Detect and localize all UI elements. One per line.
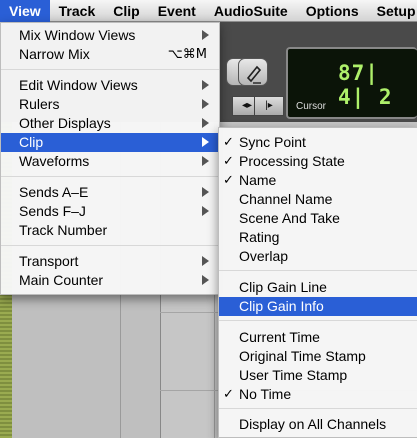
menu-track[interactable]: Track [50, 0, 105, 22]
checkmark-icon: ✓ [223, 154, 234, 169]
menu-item-no-time[interactable]: ✓ No Time [219, 385, 417, 404]
menu-item-waveforms[interactable]: Waveforms [1, 152, 219, 171]
menu-item-clip-gain-line[interactable]: Clip Gain Line [219, 278, 417, 297]
menu-item-label: Other Displays [19, 115, 111, 131]
menu-item-label: Sends A–E [19, 184, 89, 200]
submenu-arrow-icon [202, 137, 209, 147]
menu-view[interactable]: View [0, 0, 50, 22]
menu-item-channel-name[interactable]: Channel Name [219, 190, 417, 209]
menu-separator [219, 408, 417, 409]
menu-item-name[interactable]: ✓ Name [219, 171, 417, 190]
pencil-icon [246, 65, 262, 84]
nudge-mode-button[interactable]: |▸ [254, 96, 284, 116]
menu-item-label: Rating [239, 229, 280, 245]
view-menu: Mix Window Views Narrow Mix ⌥⌘M Edit Win… [0, 22, 220, 295]
menu-item-label: Main Counter [19, 272, 104, 288]
menu-item-display-on-all-channels[interactable]: Display on All Channels [219, 415, 417, 434]
submenu-arrow-icon [202, 187, 209, 197]
menu-item-label: Edit Window Views [19, 77, 138, 93]
shortcut-label: ⌥⌘M [167, 47, 207, 62]
menu-item-label: Scene And Take [239, 210, 340, 226]
menu-item-label: Original Time Stamp [239, 348, 366, 364]
menu-setup[interactable]: Setup [368, 0, 417, 22]
main-counter: 87| 4| 2 Cursor [286, 47, 417, 119]
menu-item-label: Clip Gain Info [239, 298, 324, 314]
checkmark-icon: ✓ [223, 173, 234, 188]
menu-event[interactable]: Event [149, 0, 205, 22]
submenu-arrow-icon [202, 275, 209, 285]
menu-item-label: Channel Name [239, 191, 333, 207]
menu-bar: View Track Clip Event AudioSuite Options… [0, 0, 417, 22]
counter-value: 87| 4| 2 [338, 61, 393, 109]
menu-item-label: Sync Point [239, 134, 306, 150]
menu-item-label: Transport [19, 253, 79, 269]
menu-options[interactable]: Options [297, 0, 368, 22]
menu-item-sends-f-j[interactable]: Sends F–J [1, 202, 219, 221]
menu-item-label: Sends F–J [19, 203, 86, 219]
menu-separator [1, 69, 219, 70]
menu-item-other-displays[interactable]: Other Displays [1, 114, 219, 133]
menu-item-original-time-stamp[interactable]: Original Time Stamp [219, 347, 417, 366]
menu-item-narrow-mix[interactable]: Narrow Mix ⌥⌘M [1, 45, 219, 64]
menu-item-label: Narrow Mix [19, 46, 90, 62]
submenu-arrow-icon [202, 156, 209, 166]
menu-separator [1, 176, 219, 177]
menu-item-edit-window-views[interactable]: Edit Window Views [1, 76, 219, 95]
menu-item-label: Waveforms [19, 153, 90, 169]
submenu-arrow-icon [202, 256, 209, 266]
menu-item-label: Overlap [239, 248, 289, 264]
menu-item-label: Mix Window Views [19, 27, 136, 43]
menu-item-rating[interactable]: Rating [219, 228, 417, 247]
menu-item-current-time[interactable]: Current Time [219, 328, 417, 347]
submenu-arrow-icon [202, 206, 209, 216]
menu-item-label: User Time Stamp [239, 367, 348, 383]
menu-item-label: Current Time [239, 329, 320, 345]
menu-item-processing-state[interactable]: ✓ Processing State [219, 152, 417, 171]
submenu-arrow-icon [202, 80, 209, 90]
submenu-arrow-icon [202, 30, 209, 40]
menu-item-clip-gain-info[interactable]: Clip Gain Info [219, 297, 417, 316]
submenu-arrow-icon [202, 118, 209, 128]
menu-separator [219, 270, 417, 271]
pencil-tool-button[interactable] [238, 58, 268, 86]
menu-item-sends-a-e[interactable]: Sends A–E [1, 183, 219, 202]
menu-item-label: Rulers [19, 96, 60, 112]
menu-item-overlap[interactable]: Overlap [219, 247, 417, 266]
menu-item-scene-and-take[interactable]: Scene And Take [219, 209, 417, 228]
menu-item-user-time-stamp[interactable]: User Time Stamp [219, 366, 417, 385]
checkmark-icon: ✓ [223, 387, 234, 402]
menu-item-rulers[interactable]: Rulers [1, 95, 219, 114]
clip-submenu: ✓ Sync Point ✓ Processing State ✓ Name C… [218, 127, 417, 438]
checkmark-icon: ✓ [223, 135, 234, 150]
counter-label: Cursor [296, 101, 327, 112]
menu-item-label: Clip Gain Line [239, 279, 327, 295]
menu-separator [1, 245, 219, 246]
menu-item-main-counter[interactable]: Main Counter [1, 271, 219, 290]
menu-item-mix-window-views[interactable]: Mix Window Views [1, 26, 219, 45]
menu-item-label: No Time [239, 386, 292, 402]
menu-item-track-number[interactable]: Track Number [1, 221, 219, 240]
menu-item-label: Track Number [19, 222, 108, 238]
menu-item-transport[interactable]: Transport [1, 252, 219, 271]
menu-clip[interactable]: Clip [104, 0, 148, 22]
menu-item-sync-point[interactable]: ✓ Sync Point [219, 133, 417, 152]
menu-item-label: Clip [19, 134, 44, 150]
menu-item-label: Processing State [239, 153, 345, 169]
menu-item-clip[interactable]: Clip [1, 133, 219, 152]
menu-audiosuite[interactable]: AudioSuite [205, 0, 297, 22]
submenu-arrow-icon [202, 99, 209, 109]
menu-item-label: Name [239, 172, 277, 188]
menu-item-label: Display on All Channels [239, 416, 387, 432]
menu-separator [219, 320, 417, 321]
